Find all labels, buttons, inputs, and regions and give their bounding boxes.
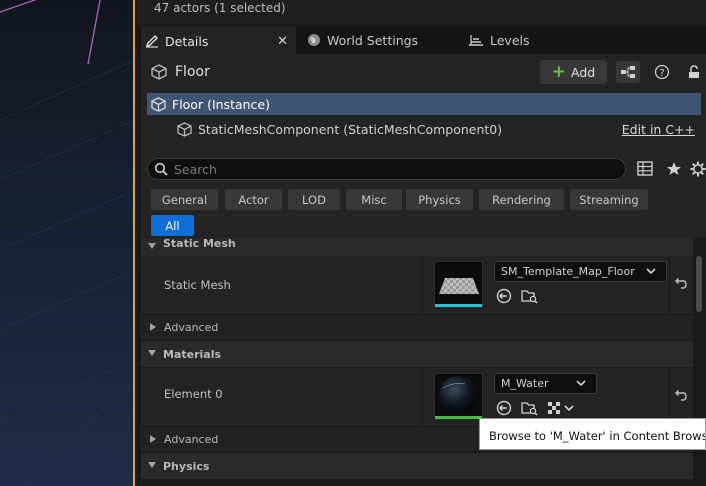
actor-count-status: 47 actors (1 selected) — [137, 0, 706, 24]
filter-chip-rendering[interactable]: Rendering — [479, 189, 564, 210]
collapse-triangle-icon — [148, 462, 156, 468]
browse-folder-icon[interactable] — [521, 400, 538, 419]
details-header: Floor + Add ? — [141, 54, 706, 90]
property-row-static-mesh: Static Mesh SM_Template_Map_Floor — [141, 256, 693, 314]
chevron-down-icon — [576, 380, 586, 387]
material-options-icon[interactable] — [547, 401, 577, 418]
viewport-grid — [0, 0, 133, 486]
advanced-label: Advanced — [164, 321, 219, 334]
browse-folder-icon[interactable] — [521, 288, 538, 307]
reset-to-default-icon[interactable] — [673, 388, 687, 405]
tab-details-label: Details — [165, 33, 209, 49]
tab-world-settings[interactable]: World Settings — [307, 26, 418, 54]
filter-chip-misc[interactable]: Misc — [346, 189, 402, 210]
pencil-icon — [145, 35, 158, 48]
details-panel: 47 actors (1 selected) Details ✕ World S… — [137, 0, 706, 486]
search-input[interactable] — [174, 161, 574, 177]
tab-levels[interactable]: Levels — [468, 26, 530, 54]
section-static-mesh[interactable]: Static Mesh — [141, 238, 693, 256]
material-asset-dropdown[interactable]: M_Water — [494, 373, 597, 394]
search-box — [147, 158, 626, 180]
blueprint-button[interactable] — [616, 61, 640, 83]
tree-root-label: Floor (Instance) — [172, 96, 270, 112]
expand-triangle-icon — [150, 435, 156, 443]
star-icon[interactable] — [666, 161, 682, 179]
static-mesh-asset-dropdown[interactable]: SM_Template_Map_Floor — [494, 261, 667, 282]
filter-area: General Actor LOD Misc Physics Rendering… — [141, 142, 706, 238]
filter-chip-physics[interactable]: Physics — [406, 189, 473, 210]
layers-icon — [469, 35, 483, 46]
actor-cube-icon — [151, 64, 167, 80]
advanced-expander-1[interactable]: Advanced — [141, 315, 693, 340]
section-materials-label: Materials — [163, 347, 222, 361]
static-mesh-icon — [177, 121, 192, 137]
grid-view-icon[interactable] — [637, 161, 653, 179]
use-selected-asset-icon[interactable] — [496, 400, 512, 419]
svg-text:?: ? — [659, 68, 664, 79]
edit-in-cpp-link[interactable]: Edit in C++ — [622, 122, 695, 137]
help-icon[interactable]: ? — [650, 61, 674, 83]
browse-tooltip: Browse to 'M_Water' in Content Browser — [479, 418, 706, 450]
filter-chip-actor[interactable]: Actor — [225, 189, 282, 210]
tree-child-label: StaticMeshComponent (StaticMeshComponent… — [198, 121, 503, 137]
section-physics[interactable]: Physics — [141, 453, 693, 479]
advanced-label-2: Advanced — [164, 433, 219, 446]
scrollbar-thumb[interactable] — [696, 256, 702, 312]
static-mesh-value: SM_Template_Map_Floor — [501, 265, 635, 278]
material-thumbnail[interactable] — [434, 373, 483, 420]
reset-to-default-icon[interactable] — [673, 276, 687, 293]
tab-levels-label: Levels — [490, 32, 530, 48]
section-materials[interactable]: Materials — [141, 341, 693, 367]
search-icon — [154, 162, 168, 176]
use-selected-asset-icon[interactable] — [496, 288, 512, 307]
tree-item-static-mesh-component[interactable]: StaticMeshComponent (StaticMeshComponent… — [147, 118, 701, 140]
panel-tab-bar: Details ✕ World Settings Levels — [137, 26, 706, 54]
filter-chip-lod[interactable]: LOD — [288, 189, 340, 210]
expand-triangle-icon — [150, 323, 156, 331]
blueprint-icon — [621, 66, 635, 78]
tab-world-settings-label: World Settings — [327, 32, 419, 48]
globe-icon — [308, 34, 320, 46]
actor-name: Floor — [175, 64, 210, 80]
element-0-label: Element 0 — [164, 387, 223, 401]
chevron-down-icon — [646, 268, 656, 275]
component-tree: Floor (Instance) StaticMeshComponent (St… — [141, 90, 706, 142]
add-button-label: Add — [571, 64, 596, 80]
add-component-button[interactable]: + Add — [540, 60, 607, 84]
static-mesh-label: Static Mesh — [164, 278, 231, 292]
collapse-triangle-icon — [148, 350, 156, 356]
static-mesh-thumbnail[interactable] — [434, 261, 483, 308]
filter-chip-streaming[interactable]: Streaming — [570, 189, 648, 210]
gear-icon[interactable] — [690, 161, 706, 180]
section-static-mesh-label: Static Mesh — [163, 238, 236, 250]
tree-item-floor-instance[interactable]: Floor (Instance) — [147, 93, 701, 115]
section-physics-label: Physics — [163, 459, 210, 473]
lock-icon[interactable] — [682, 61, 706, 83]
plus-icon: + — [551, 61, 567, 82]
collapse-triangle-icon — [148, 243, 156, 249]
tab-details[interactable]: Details ✕ — [141, 26, 296, 54]
level-viewport[interactable] — [0, 0, 135, 486]
filter-chip-all[interactable]: All — [151, 215, 194, 236]
actor-cube-icon — [151, 96, 166, 112]
close-tab-icon[interactable]: ✕ — [277, 34, 288, 49]
element-0-value: M_Water — [501, 377, 549, 390]
filter-chip-general[interactable]: General — [151, 189, 218, 210]
